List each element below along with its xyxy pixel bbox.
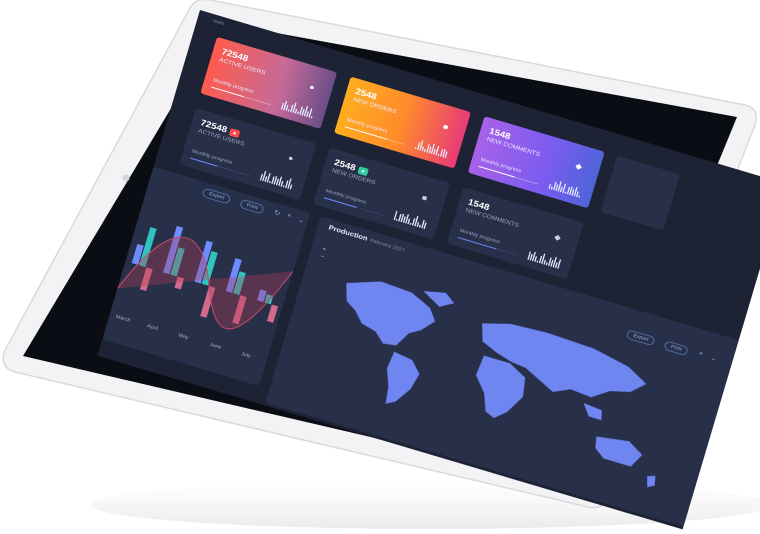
spark-bar	[418, 224, 421, 228]
x-tick-label: May	[178, 333, 190, 341]
spark-bar	[435, 145, 440, 156]
spark-bar	[393, 210, 398, 221]
indonesia-shape	[583, 402, 603, 421]
spark-bar	[550, 186, 553, 190]
chart-bar	[266, 304, 279, 323]
spark-bar	[282, 185, 285, 188]
spark-bar	[428, 146, 432, 154]
spark-bar	[268, 181, 271, 184]
spark-bar	[296, 111, 300, 115]
spark-bar	[555, 184, 559, 192]
sparkline	[414, 140, 448, 159]
spark-bar	[536, 260, 539, 263]
spark-bar	[266, 173, 271, 183]
spark-bar	[534, 256, 538, 262]
australia-shape	[595, 436, 643, 467]
spark-bar	[423, 148, 426, 153]
close-icon[interactable]: ×	[286, 212, 292, 220]
world-map	[346, 281, 656, 488]
spark-bar	[306, 111, 310, 118]
extra-card	[600, 155, 680, 231]
spark-bar	[543, 259, 547, 265]
cart-icon: ■	[420, 193, 429, 203]
combo-chart: March April May June July	[115, 225, 294, 359]
refresh-icon[interactable]: ↻	[273, 209, 281, 217]
spark-bar	[562, 183, 567, 194]
cart-icon: ■	[441, 122, 450, 132]
spark-bar	[550, 260, 554, 267]
users-icon: ●	[308, 82, 316, 93]
sparkline	[280, 100, 313, 119]
spark-bar	[414, 147, 417, 150]
users-icon: ●	[287, 153, 295, 164]
comment-icon: ◆	[574, 161, 584, 172]
spark-bar	[280, 180, 284, 187]
production-panel: ProductionFebruary 2017 Export Print × ⌄…	[265, 216, 739, 527]
spark-bar	[421, 146, 425, 152]
red-badge: ▲	[228, 127, 241, 138]
spark-bar	[571, 189, 575, 196]
spark-bar	[264, 176, 268, 182]
north-america-shape	[346, 281, 436, 346]
spark-bar	[407, 218, 411, 225]
spark-bar	[548, 184, 551, 189]
x-tick-label: April	[146, 323, 158, 331]
spark-bar	[444, 151, 448, 159]
spark-bar	[280, 102, 284, 110]
dashboard-screen: reals 72548 ACTIVE USERS Monthly progres…	[97, 10, 760, 530]
spark-bar	[301, 108, 305, 116]
close-icon[interactable]: ×	[697, 350, 703, 358]
spark-bar	[287, 109, 290, 112]
spark-bar	[285, 105, 289, 111]
print-button[interactable]: Print	[239, 198, 266, 215]
spark-bar	[432, 148, 436, 155]
spark-bar	[289, 184, 293, 190]
sparkline	[548, 181, 581, 198]
spark-bar	[275, 178, 280, 186]
spark-bar	[308, 108, 313, 118]
spark-bar	[437, 153, 440, 157]
production-title: ProductionFebruary 2017	[327, 224, 406, 254]
spark-bar	[294, 108, 298, 114]
spark-bar	[545, 262, 548, 266]
screen-header-label: reals	[211, 17, 225, 27]
tile-label: NEW COMMENTS	[464, 207, 520, 230]
spark-bar	[395, 218, 398, 221]
spark-bar	[409, 222, 412, 226]
spark-bar	[529, 253, 533, 261]
x-tick-label: March	[115, 314, 131, 324]
spark-bar	[423, 222, 427, 230]
spark-bar	[575, 191, 579, 198]
card-label: NEW COMMENTS	[485, 136, 541, 159]
x-tick-label: July	[240, 351, 251, 359]
spark-bar	[557, 259, 562, 269]
spark-bar	[578, 195, 581, 198]
spark-bar	[416, 222, 420, 228]
south-america-shape	[385, 351, 420, 404]
sparkline	[393, 210, 427, 230]
new-zealand-shape	[646, 475, 656, 488]
spark-bar	[310, 116, 313, 119]
spark-bar	[259, 173, 263, 181]
sparkline	[527, 251, 562, 269]
spark-bar	[564, 191, 567, 194]
x-tick-label: June	[209, 342, 222, 351]
export-button[interactable]: Export	[201, 187, 232, 205]
spark-bar	[402, 216, 406, 223]
spark-bar	[554, 262, 558, 269]
green-badge: ▲	[357, 165, 369, 176]
comment-icon: ◆	[553, 232, 563, 243]
spark-bar	[559, 186, 563, 193]
chevron-down-icon[interactable]: ⌄	[297, 216, 305, 225]
sparkline	[259, 170, 293, 190]
